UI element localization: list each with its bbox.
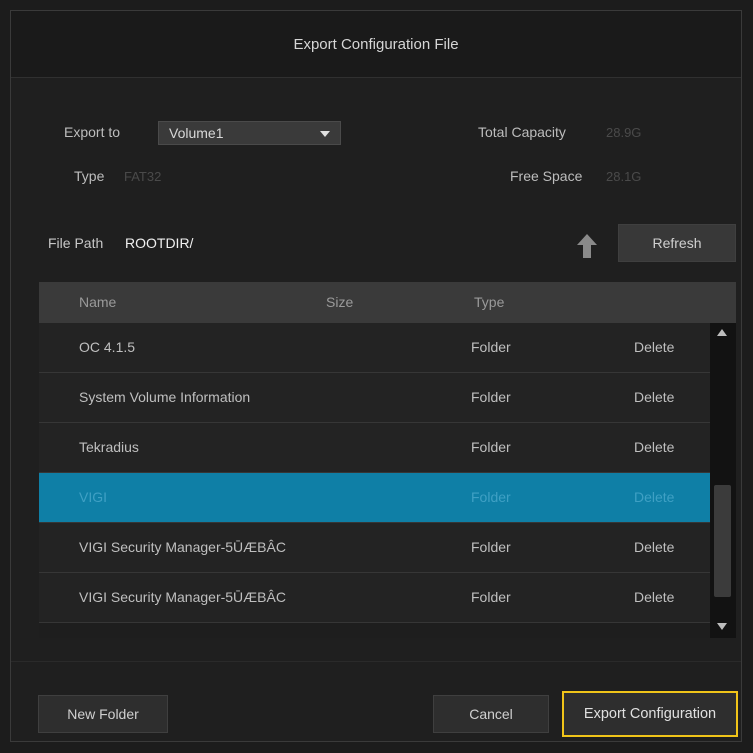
delete-button[interactable]: Delete [634, 389, 674, 405]
dialog-title-bar: Export Configuration File [11, 11, 741, 78]
table-row[interactable]: System Volume Information Folder Delete [39, 373, 710, 423]
table-scrollbar[interactable] [710, 323, 736, 638]
scroll-up-icon[interactable] [717, 329, 727, 336]
delete-button[interactable]: Delete [634, 339, 674, 355]
table-header: Name Size Type [39, 282, 736, 323]
row-name: System Volume Information [79, 389, 251, 405]
refresh-button[interactable]: Refresh [618, 224, 736, 262]
row-type: Folder [471, 589, 511, 605]
row-name: Tekradius [79, 439, 139, 455]
new-folder-button[interactable]: New Folder [38, 695, 168, 733]
cancel-button-label: Cancel [469, 706, 513, 722]
dialog-title: Export Configuration File [293, 35, 459, 53]
type-value: FAT32 [124, 169, 162, 184]
up-arrow-icon[interactable] [576, 233, 598, 259]
volume-select[interactable]: Volume1 [158, 121, 341, 145]
footer-divider [11, 661, 741, 662]
refresh-button-label: Refresh [652, 235, 702, 251]
row-type: Folder [471, 389, 511, 405]
delete-button[interactable]: Delete [634, 589, 674, 605]
export-configuration-button-label: Export Configuration [583, 706, 717, 722]
new-folder-button-label: New Folder [67, 706, 139, 722]
row-name: VIGI [79, 489, 108, 505]
export-to-label: Export to [64, 124, 121, 140]
file-table: Name Size Type OC 4.1.5 Folder Delete Sy… [39, 282, 736, 638]
header-name: Name [79, 294, 117, 310]
table-row[interactable]: Tekradius Folder Delete [39, 423, 710, 473]
scroll-down-icon[interactable] [717, 623, 727, 630]
free-space-label: Free Space [510, 168, 583, 184]
export-configuration-button[interactable]: Export Configuration [562, 691, 738, 737]
table-row-selected[interactable]: VIGI Folder Delete [39, 473, 710, 523]
export-config-dialog: Export Configuration File Export to Volu… [10, 10, 742, 742]
chevron-down-icon [320, 131, 330, 137]
delete-button[interactable]: Delete [634, 439, 674, 455]
volume-select-value: Volume1 [169, 125, 224, 141]
row-name: VIGI Security Manager-5ŪÆBÂC [79, 539, 286, 555]
header-type: Type [474, 294, 505, 310]
row-name: OC 4.1.5 [79, 339, 136, 355]
delete-button[interactable]: Delete [634, 539, 674, 555]
header-size: Size [326, 294, 354, 310]
total-capacity-label: Total Capacity [478, 124, 566, 140]
row-type: Folder [471, 489, 511, 505]
row-name: VIGI Security Manager-5ŪÆBÂC [79, 589, 286, 605]
table-body: OC 4.1.5 Folder Delete System Volume Inf… [39, 323, 710, 623]
row-type: Folder [471, 539, 511, 555]
table-row[interactable]: VIGI Security Manager-5ŪÆBÂC Folder Dele… [39, 523, 710, 573]
table-row[interactable]: OC 4.1.5 Folder Delete [39, 323, 710, 373]
scrollbar-thumb[interactable] [714, 485, 731, 597]
file-path-label: File Path [48, 235, 104, 251]
delete-button[interactable]: Delete [634, 489, 674, 505]
table-row[interactable]: VIGI Security Manager-5ŪÆBÂC Folder Dele… [39, 573, 710, 623]
free-space-value: 28.1G [606, 169, 642, 184]
total-capacity-value: 28.9G [606, 125, 642, 140]
cancel-button[interactable]: Cancel [433, 695, 549, 733]
row-type: Folder [471, 339, 511, 355]
type-label: Type [74, 168, 105, 184]
row-type: Folder [471, 439, 511, 455]
file-path-value: ROOTDIR/ [125, 235, 194, 251]
